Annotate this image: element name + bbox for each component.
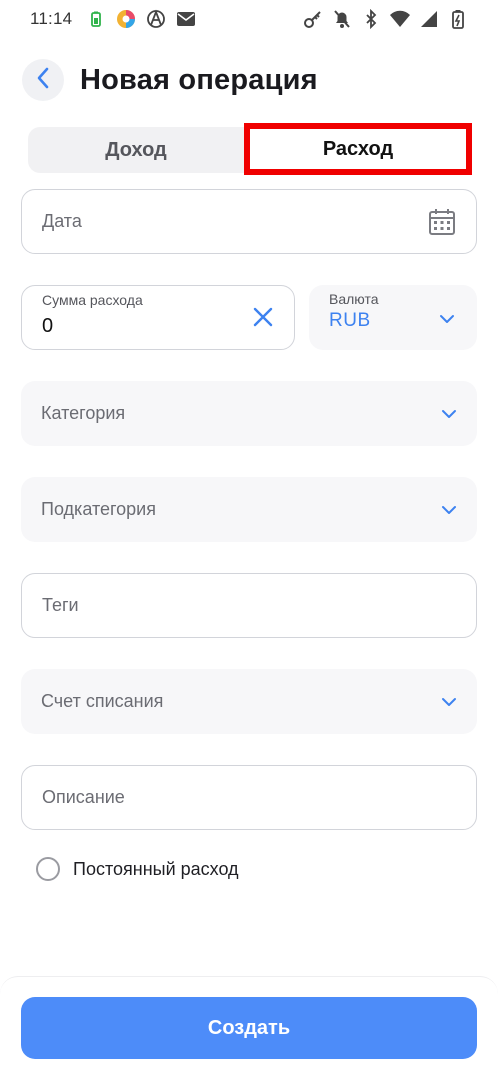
page-title: Новая операция — [80, 63, 318, 96]
recurring-expense-option[interactable]: Постоянный расход — [36, 857, 239, 881]
back-button[interactable] — [22, 59, 64, 101]
category-select[interactable]: Категория — [21, 381, 477, 446]
signal-icon — [419, 9, 439, 29]
colorful-app-icon — [116, 9, 136, 29]
description-field[interactable]: Описание — [21, 765, 477, 830]
chevron-down-icon — [441, 697, 457, 707]
account-placeholder: Счет списания — [41, 691, 164, 711]
date-placeholder: Дата — [42, 211, 82, 231]
chevron-left-icon — [36, 67, 50, 94]
date-field[interactable]: Дата — [21, 189, 477, 254]
subcategory-select[interactable]: Подкатегория — [21, 477, 477, 542]
currency-value: RUB — [329, 310, 371, 331]
recurring-radio[interactable] — [36, 857, 60, 881]
operation-type-tabs: Доход Расход — [28, 123, 472, 175]
key-icon — [303, 9, 323, 29]
recurring-label: Постоянный расход — [73, 858, 239, 879]
mail-icon — [176, 9, 196, 29]
battery-icon — [448, 9, 468, 29]
calendar-icon[interactable] — [428, 208, 456, 236]
bluetooth-icon — [361, 9, 381, 29]
bell-off-icon — [332, 9, 352, 29]
category-placeholder: Категория — [41, 403, 126, 423]
tab-expense[interactable]: Расход — [244, 123, 472, 175]
amount-field[interactable]: Сумма расхода 0 — [21, 285, 295, 350]
status-time: 11:14 — [30, 9, 73, 28]
clear-icon[interactable] — [252, 306, 274, 333]
subcategory-placeholder: Подкатегория — [41, 499, 156, 519]
wifi-icon — [390, 9, 410, 29]
chevron-down-icon — [439, 311, 455, 329]
amount-value[interactable]: 0 — [42, 315, 274, 338]
header: Новая операция — [22, 58, 318, 102]
tags-field[interactable]: Теги — [21, 573, 477, 638]
tab-income[interactable]: Доход — [28, 127, 244, 173]
currency-select[interactable]: Валюта RUB — [309, 285, 477, 350]
create-button[interactable]: Создать — [21, 997, 477, 1059]
account-select[interactable]: Счет списания — [21, 669, 477, 734]
tags-placeholder: Теги — [42, 595, 79, 615]
anarchy-icon — [146, 9, 166, 29]
description-placeholder: Описание — [42, 787, 125, 807]
battery-saver-icon — [86, 9, 106, 29]
currency-label: Валюта — [329, 291, 379, 307]
amount-label: Сумма расхода — [42, 292, 143, 308]
status-bar: 11:14 — [0, 0, 498, 38]
chevron-down-icon — [441, 409, 457, 419]
chevron-down-icon — [441, 505, 457, 515]
